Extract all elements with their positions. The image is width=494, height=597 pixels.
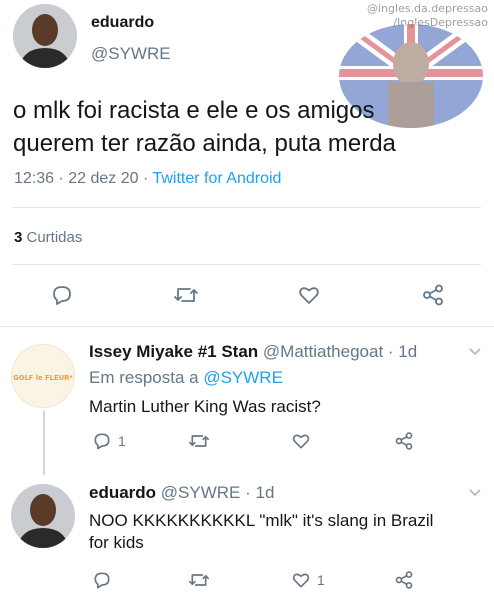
reply-author[interactable]: eduardo @SYWRE · 1d bbox=[89, 483, 274, 503]
retweet-button[interactable] bbox=[188, 570, 210, 590]
reply-text: Martin Luther King Was racist? bbox=[89, 397, 321, 416]
share-icon bbox=[423, 284, 443, 306]
retweet-icon bbox=[188, 435, 209, 447]
reply-text: NOO KKKKKKKKKKL "mlk" it's slang in Braz… bbox=[89, 510, 489, 554]
reply-button[interactable] bbox=[50, 283, 74, 307]
tweet-meta: 12:36 · 22 dez 20 · Twitter for Android bbox=[14, 170, 281, 188]
reply-button[interactable]: 1 bbox=[92, 431, 126, 451]
divider bbox=[13, 207, 481, 208]
like-button[interactable] bbox=[297, 283, 321, 307]
watermark-instagram: @ingles.da.depressao bbox=[367, 2, 488, 15]
like-icon bbox=[292, 434, 310, 449]
like-button[interactable]: 1 bbox=[291, 570, 325, 590]
reply-icon bbox=[53, 286, 71, 305]
like-count: 1 bbox=[317, 572, 325, 588]
like-button[interactable] bbox=[291, 431, 311, 451]
golf-le-fleur-logo: GOLF le FLEUR* bbox=[12, 345, 74, 407]
share-button[interactable] bbox=[394, 431, 414, 451]
likes-label: Curtidas bbox=[22, 229, 83, 246]
chevron-down-icon[interactable] bbox=[468, 485, 482, 501]
avatar[interactable] bbox=[13, 4, 77, 68]
like-icon bbox=[292, 573, 310, 588]
likes-count[interactable]: 3 Curtidas bbox=[14, 229, 82, 246]
tweet-text: o mlk foi racista e ele e os amigos quer… bbox=[13, 94, 473, 160]
divider bbox=[13, 264, 481, 265]
chevron-down-icon-shape bbox=[469, 489, 481, 497]
chevron-down-icon[interactable] bbox=[468, 344, 482, 360]
reply-text-line: for kids bbox=[89, 533, 144, 552]
author-handle[interactable]: @SYWRE bbox=[91, 44, 171, 64]
reply-author-name: eduardo bbox=[89, 483, 157, 502]
tweet-timestamp: 12:36 · 22 dez 20 · bbox=[14, 170, 153, 187]
share-button[interactable] bbox=[421, 283, 445, 307]
reply-count: 1 bbox=[118, 433, 126, 449]
retweet-icon bbox=[174, 288, 198, 302]
avatar[interactable] bbox=[11, 484, 75, 548]
reply-icon bbox=[94, 433, 110, 450]
tweet-text-line: querem ter razão ainda, puta merda bbox=[13, 130, 396, 157]
share-icon bbox=[395, 571, 413, 589]
mention-link[interactable]: @SYWRE bbox=[203, 368, 283, 387]
reply-button[interactable] bbox=[92, 570, 112, 590]
reply-icon bbox=[94, 572, 110, 589]
reply-author-name: Issey Miyake #1 Stan bbox=[89, 342, 259, 361]
tweet-text-line: o mlk foi racista e ele e os amigos bbox=[13, 97, 375, 124]
share-icon bbox=[395, 432, 413, 450]
reply-author-handle: @Mattiathegoat · 1d bbox=[258, 342, 418, 361]
avatar-logo-text: GOLF le FLEUR* bbox=[13, 374, 73, 382]
retweet-button[interactable] bbox=[188, 431, 210, 451]
like-icon bbox=[299, 287, 319, 304]
share-button[interactable] bbox=[394, 570, 414, 590]
author-name[interactable]: eduardo bbox=[91, 14, 154, 32]
reply-author[interactable]: Issey Miyake #1 Stan @Mattiathegoat · 1d bbox=[89, 342, 417, 362]
reply-author-handle: @SYWRE · 1d bbox=[156, 483, 275, 502]
in-reply-to: Em resposta a @SYWRE bbox=[89, 368, 283, 388]
retweet-button[interactable] bbox=[173, 283, 199, 307]
chevron-down-icon-shape bbox=[469, 348, 481, 356]
divider bbox=[0, 326, 494, 327]
thread-line bbox=[43, 411, 45, 475]
tweet-source-link[interactable]: Twitter for Android bbox=[152, 170, 281, 187]
retweet-icon bbox=[188, 574, 209, 586]
reply-text-line: NOO KKKKKKKKKKL "mlk" it's slang in Braz… bbox=[89, 511, 434, 530]
avatar[interactable]: GOLF le FLEUR* bbox=[11, 344, 75, 408]
in-reply-to-prefix: Em resposta a bbox=[89, 368, 204, 387]
